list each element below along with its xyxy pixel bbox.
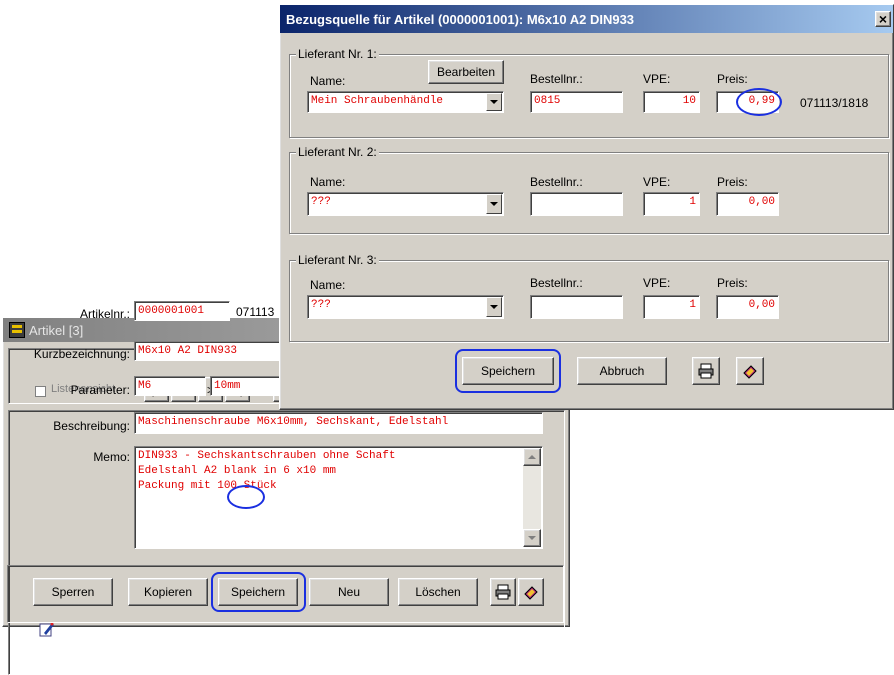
l1-dropdown-button[interactable] [486,93,502,111]
loeschen-button[interactable]: Löschen [398,578,478,606]
neu-button[interactable]: Neu [309,578,389,606]
kopieren-button[interactable]: Kopieren [128,578,208,606]
chevron-up-icon [528,455,536,459]
l3-vpe-label: VPE: [643,276,671,290]
bearbeiten-button[interactable]: Bearbeiten [428,60,504,84]
l2-name-value: ??? [311,196,331,208]
print-button[interactable] [490,578,516,606]
memo-line-3-pre: Packung mit [138,480,218,492]
l1-name-select[interactable]: Mein Schraubenhändle [307,91,504,113]
kurzbezeichnung-field[interactable]: M6x10 A2 DIN933 [134,341,284,361]
app-icon [9,322,25,338]
l2-name-select[interactable]: ??? [307,192,504,216]
abbruch-button[interactable]: Abbruch [577,357,667,385]
l1-bestellnr-field[interactable]: 0815 [530,91,623,113]
artikelnr-field[interactable]: 0000001001 [134,301,230,321]
memo-textarea[interactable]: DIN933 - Sechskantschrauben ohne Schaft … [134,446,543,549]
l2-bestellnr-field[interactable] [530,192,623,216]
close-button[interactable]: × [875,11,891,27]
l1-vpe-field[interactable]: 10 [643,91,700,113]
chevron-down-icon [490,305,498,309]
l3-vpe-field[interactable]: 1 [643,295,700,319]
l2-bestellnr-label: Bestellnr.: [530,175,583,189]
book-icon [524,586,538,600]
l3-preis-label: Preis: [717,276,748,290]
l3-name-value: ??? [311,299,331,311]
memo-line-2: Edelstahl A2 blank in 6 x10 mm [138,465,337,477]
l2-preis-label: Preis: [717,175,748,189]
artikelnr-label: Artikelnr.: [79,307,130,321]
l1-vpe-label: VPE: [643,72,671,86]
memo-line-1: DIN933 - Sechskantschrauben ohne Schaft [138,450,396,462]
highlight-preis-1 [736,88,782,116]
bezugsquelle-titlebar: Bezugsquelle für Artikel (0000001001): M… [280,5,893,33]
dialog-book-button[interactable] [736,357,764,385]
artikel-title: Artikel [3] [29,322,84,338]
sperren-button[interactable]: Sperren [33,578,113,606]
lieferant-2-title: Lieferant Nr. 2: [296,145,379,159]
printer-icon [698,363,714,379]
edit-icon [39,621,55,637]
beschreibung-field[interactable]: Maschinenschraube M6x10mm, Sechskant, Ed… [134,412,543,434]
highlight-speichern-dialog [455,349,561,393]
parameter-label: Parameter: [70,383,130,397]
beschreibung-label: Beschreibung: [53,419,130,433]
highlight-packung-count [227,485,265,509]
l2-preis-field[interactable]: 0,00 [716,192,779,216]
close-icon: × [878,11,888,27]
book-button[interactable] [518,578,544,606]
l2-vpe-field[interactable]: 1 [643,192,700,216]
chevron-down-icon [490,100,498,104]
memo-scrollbar[interactable] [523,448,541,547]
l2-name-label: Name: [310,175,346,189]
l2-dropdown-button[interactable] [486,194,502,214]
l3-bestellnr-label: Bestellnr.: [530,276,583,290]
l2-vpe-label: VPE: [643,175,671,189]
lieferant-1-title: Lieferant Nr. 1: [296,47,379,61]
l3-name-select[interactable]: ??? [307,295,504,319]
chevron-down-icon [528,536,536,540]
bezugsquelle-title: Bezugsquelle für Artikel (0000001001): M… [286,11,635,27]
highlight-speichern-artikel [211,572,306,612]
memo-line-3: Packung mit 100 Stück [138,479,539,494]
chevron-down-icon [490,202,498,206]
parameter-field-1[interactable]: M6 [134,376,206,396]
scroll-up-button[interactable] [523,448,541,466]
l3-bestellnr-field[interactable] [530,295,623,319]
l3-dropdown-button[interactable] [486,297,502,317]
listenansicht-checkbox[interactable] [35,386,46,397]
artikelnr-extra: 071113 [236,305,275,319]
l1-preis-label: Preis: [717,72,748,86]
memo-label: Memo: [93,450,130,464]
l1-name-value: Mein Schraubenhändle [311,95,444,107]
l1-name-label: Name: [310,74,346,88]
l1-bestellnr-label: Bestellnr.: [530,72,583,86]
scroll-down-button[interactable] [523,529,541,547]
lieferant-3-title: Lieferant Nr. 3: [296,253,379,267]
dialog-print-button[interactable] [692,357,720,385]
kurzbezeichnung-label: Kurzbezeichnung: [33,347,130,361]
parameter-field-2[interactable]: 10mm [210,376,284,396]
book-icon [743,365,757,379]
printer-icon [495,584,511,600]
l3-preis-field[interactable]: 0,00 [716,295,779,319]
l3-name-label: Name: [310,278,346,292]
l1-extra-text: 071113/1818 [800,96,869,110]
